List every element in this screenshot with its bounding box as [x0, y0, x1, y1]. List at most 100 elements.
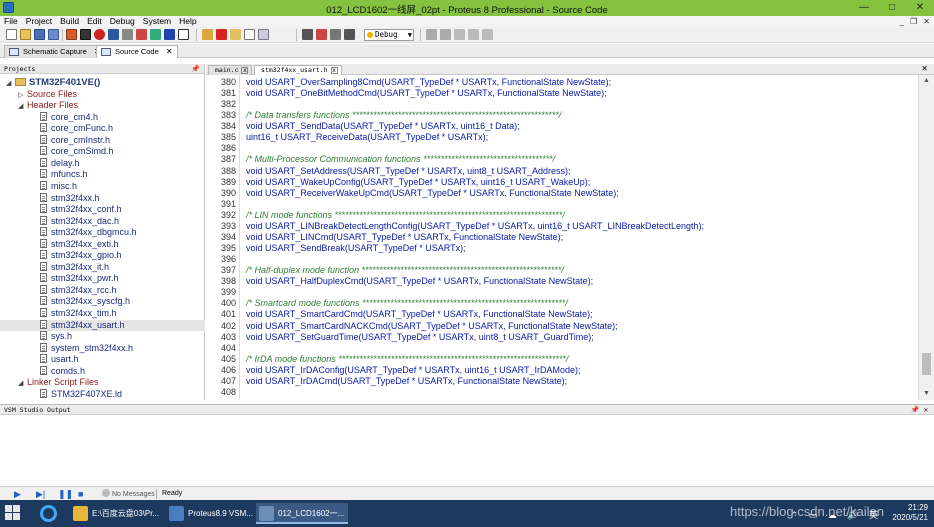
mdi-close-button[interactable]: ✕: [923, 16, 930, 27]
code-line[interactable]: 386: [206, 143, 918, 154]
mdi-minimize-button[interactable]: _: [900, 16, 904, 27]
scroll-down-icon[interactable]: ▼: [919, 388, 934, 400]
close-icon[interactable]: x: [241, 67, 249, 74]
help-icon[interactable]: [178, 29, 189, 40]
code-line[interactable]: 381 void USART_OneBitMethodCmd(USART_Type…: [206, 88, 918, 99]
redo-icon[interactable]: [440, 29, 451, 40]
tab-schematic-capture[interactable]: Schematic Capture ✕: [4, 45, 106, 58]
menu-file[interactable]: File: [0, 16, 22, 27]
code-line[interactable]: 395 void USART_SendBreak(USART_TypeDef * …: [206, 243, 918, 254]
code-line[interactable]: 388 void USART_SetAddress(USART_TypeDef *…: [206, 166, 918, 177]
collapse-icon[interactable]: ◢: [18, 101, 27, 112]
code-line[interactable]: 384 void USART_SendData(USART_TypeDef * U…: [206, 121, 918, 132]
code-line[interactable]: 387 /* Multi-Processor Communication func…: [206, 154, 918, 165]
code-line[interactable]: 383 /* Data transfers functions *********…: [206, 110, 918, 121]
delete-icon[interactable]: [216, 29, 227, 40]
gerber-icon[interactable]: [122, 29, 133, 40]
code-line[interactable]: 404: [206, 343, 918, 354]
cut-icon[interactable]: [454, 29, 465, 40]
code-line[interactable]: 397 /* Half-duplex mode function ********…: [206, 265, 918, 276]
start-windows-icon[interactable]: [5, 505, 21, 521]
new-file-icon[interactable]: [6, 29, 17, 40]
menu-project[interactable]: Project: [22, 16, 56, 27]
mdi-restore-button[interactable]: ❐: [910, 16, 917, 27]
bom-icon[interactable]: [136, 29, 147, 40]
code-line[interactable]: 400 /* Smartcard mode functions *********…: [206, 298, 918, 309]
build-config-select[interactable]: Debug ▼: [364, 29, 414, 41]
scroll-up-icon[interactable]: ▲: [919, 75, 934, 87]
close-button[interactable]: ✕: [906, 0, 934, 16]
tab-stm32f4xx-usart-h[interactable]: stm32f4xx_usart.h x: [254, 65, 342, 75]
code-line[interactable]: 408: [206, 387, 918, 398]
code-line[interactable]: 390 void USART_ReceiverWakeUpCmd(USART_Ty…: [206, 188, 918, 199]
import-icon[interactable]: [202, 29, 213, 40]
paste-icon[interactable]: [482, 29, 493, 40]
undo-icon[interactable]: [426, 29, 437, 40]
rebuild-icon[interactable]: [316, 29, 327, 40]
pin-icon[interactable]: 📌: [191, 64, 200, 74]
tab-source-code[interactable]: Source Code ✕: [96, 45, 178, 58]
build-icon[interactable]: [302, 29, 313, 40]
message-count[interactable]: No Messages: [102, 489, 155, 500]
code-line[interactable]: 399: [206, 287, 918, 298]
vertical-scrollbar[interactable]: ▲ ▼: [918, 75, 934, 400]
editor-close-button[interactable]: ✕: [921, 64, 928, 74]
maximize-button[interactable]: □: [878, 0, 906, 16]
clock[interactable]: 21:29 2020/5/21: [888, 503, 928, 523]
code-line[interactable]: 401 void USART_SmartCardCmd(USART_TypeDef…: [206, 309, 918, 320]
source-code-icon[interactable]: [164, 29, 175, 40]
code-line[interactable]: 382: [206, 99, 918, 110]
code-line[interactable]: 393 void USART_LINBreakDetectLengthConfig…: [206, 221, 918, 232]
close-icon[interactable]: x: [330, 67, 338, 74]
home-icon[interactable]: [66, 29, 77, 40]
code-area[interactable]: 380 void USART_OverSampling8Cmd(USART_Typ…: [206, 75, 918, 400]
menu-build[interactable]: Build: [56, 16, 83, 27]
code-line[interactable]: 385 uint16_t USART_ReceiveData(USART_Type…: [206, 132, 918, 143]
copy-icon[interactable]: [258, 29, 269, 40]
copy-edit-icon[interactable]: [468, 29, 479, 40]
save-icon[interactable]: [34, 29, 45, 40]
close-icon[interactable]: ✕: [166, 47, 173, 56]
expand-icon[interactable]: ▷: [18, 90, 27, 101]
code-line[interactable]: 392 /* LIN mode functions ***************…: [206, 210, 918, 221]
stop-build-icon[interactable]: [344, 29, 355, 40]
taskbar-app-explorer[interactable]: E:\百度云盘03\Pr...: [70, 503, 162, 524]
save-all-icon[interactable]: [48, 29, 59, 40]
menu-debug[interactable]: Debug: [106, 16, 139, 27]
browser-icon[interactable]: [40, 505, 57, 522]
open-folder-icon[interactable]: [20, 29, 31, 40]
stop-icon[interactable]: ■: [78, 490, 83, 499]
minimize-button[interactable]: —: [850, 0, 878, 16]
play-icon[interactable]: ▶: [14, 490, 21, 499]
menu-system[interactable]: System: [139, 16, 175, 27]
code-line[interactable]: 403 void USART_SetGuardTime(USART_TypeDef…: [206, 332, 918, 343]
menu-edit[interactable]: Edit: [83, 16, 106, 27]
code-line[interactable]: 389 void USART_WakeUpConfig(USART_TypeDef…: [206, 177, 918, 188]
code-line[interactable]: 394 void USART_LINCmd(USART_TypeDef * USA…: [206, 232, 918, 243]
code-line[interactable]: 391: [206, 199, 918, 210]
taskbar-app-proteus-vsm[interactable]: Proteus8.9 VSM...: [166, 503, 253, 524]
collapse-icon[interactable]: ◢: [6, 78, 15, 89]
pcb-layout-icon[interactable]: [94, 29, 105, 40]
code-line[interactable]: 396: [206, 254, 918, 265]
menu-help[interactable]: Help: [175, 16, 200, 27]
step-icon[interactable]: ▶|: [36, 490, 45, 499]
scroll-thumb[interactable]: [922, 353, 931, 375]
code-line[interactable]: 402 void USART_SmartCardNACKCmd(USART_Typ…: [206, 321, 918, 332]
pin-icon[interactable]: 📌 ✕: [911, 405, 928, 415]
code-line[interactable]: 398 void USART_HalfDuplexCmd(USART_TypeDe…: [206, 276, 918, 287]
taskbar-app-proteus-project[interactable]: 012_LCD1602一...: [256, 503, 348, 524]
schematic-icon[interactable]: [80, 29, 91, 40]
code-line[interactable]: 407 void USART_IrDACmd(USART_TypeDef * US…: [206, 376, 918, 387]
tree-file[interactable]: stm32f4xx_usart.h: [0, 319, 205, 331]
clean-icon[interactable]: [330, 29, 341, 40]
3d-view-icon[interactable]: [108, 29, 119, 40]
code-line[interactable]: 406 void USART_IrDAConfig(USART_TypeDef *…: [206, 365, 918, 376]
tab-main-c[interactable]: main.c x: [208, 65, 253, 75]
code-line[interactable]: 380 void USART_OverSampling8Cmd(USART_Typ…: [206, 77, 918, 88]
design-explorer-icon[interactable]: [150, 29, 161, 40]
code-line[interactable]: 405 /* IrDA mode functions **************…: [206, 354, 918, 365]
pause-icon[interactable]: ❚❚: [58, 490, 73, 499]
collapse-icon[interactable]: ◢: [18, 378, 27, 389]
add-file-icon[interactable]: [244, 29, 255, 40]
